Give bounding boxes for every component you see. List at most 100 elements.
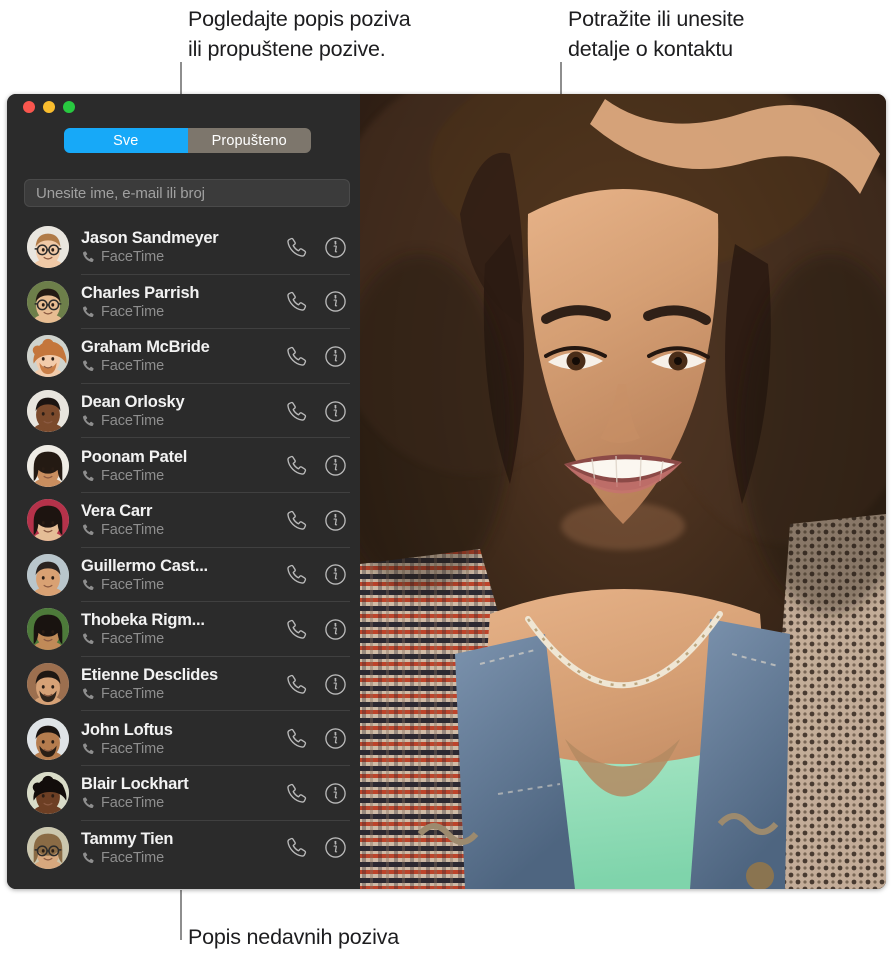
avatar [27, 553, 69, 596]
contact-row[interactable]: Vera Carr FaceTime [7, 493, 360, 548]
contact-name: Etienne Desclides [81, 666, 218, 685]
row-actions [285, 673, 347, 696]
info-icon[interactable] [324, 509, 347, 532]
row-actions [285, 454, 347, 477]
zoom-button[interactable] [63, 101, 75, 113]
call-icon[interactable] [285, 727, 308, 750]
info-icon[interactable] [324, 618, 347, 641]
info-icon[interactable] [324, 782, 347, 805]
contact-name: Tammy Tien [81, 829, 174, 848]
contact-name: John Loftus [81, 720, 173, 739]
avatar [27, 663, 69, 706]
info-icon[interactable] [324, 400, 347, 423]
segment-missed-label: Propušteno [211, 132, 287, 149]
info-icon[interactable] [324, 290, 347, 313]
segment-missed[interactable]: Propušteno [187, 128, 311, 153]
phone-icon [81, 632, 95, 646]
contact-row[interactable]: Jason Sandmeyer FaceTime [7, 220, 360, 275]
contact-info: Thobeka Rigm... FaceTime [81, 611, 285, 647]
info-icon[interactable] [324, 454, 347, 477]
contact-info: Guillermo Cast... FaceTime [81, 557, 285, 593]
segment-all[interactable]: Sve [64, 128, 188, 153]
contact-info: Dean Orlosky FaceTime [81, 393, 285, 429]
row-actions [285, 345, 347, 368]
info-icon[interactable] [324, 836, 347, 859]
avatar [27, 280, 69, 323]
contact-service: FaceTime [81, 577, 285, 593]
contact-row[interactable]: Tammy Tien FaceTime [7, 821, 360, 876]
info-icon[interactable] [324, 673, 347, 696]
phone-icon [81, 250, 95, 264]
contact-row[interactable]: Blair Lockhart FaceTime [7, 766, 360, 821]
contact-name: Dean Orlosky [81, 393, 185, 412]
contact-service: FaceTime [81, 358, 285, 374]
contact-name: Guillermo Cast... [81, 556, 208, 575]
phone-icon [81, 523, 95, 537]
info-icon[interactable] [324, 345, 347, 368]
phone-icon [81, 469, 95, 483]
window-controls [23, 101, 75, 113]
facetime-video-preview[interactable] [360, 94, 886, 889]
contact-row[interactable]: Etienne Desclides FaceTime [7, 657, 360, 712]
contact-row[interactable]: Poonam Patel FaceTime [7, 438, 360, 493]
contact-row[interactable]: Guillermo Cast... FaceTime [7, 548, 360, 603]
contact-row[interactable]: Graham McBride FaceTime [7, 329, 360, 384]
contact-row[interactable]: John Loftus FaceTime [7, 711, 360, 766]
row-actions [285, 782, 347, 805]
contact-service-label: FaceTime [101, 522, 165, 539]
contact-name: Poonam Patel [81, 447, 188, 466]
avatar [27, 499, 69, 542]
call-icon[interactable] [285, 836, 308, 859]
contact-service-label: FaceTime [101, 576, 165, 593]
minimize-button[interactable] [43, 101, 55, 113]
contact-info: Etienne Desclides FaceTime [81, 666, 285, 702]
avatar [27, 390, 69, 433]
contact-service: FaceTime [81, 631, 285, 647]
row-actions [285, 563, 347, 586]
call-icon[interactable] [285, 290, 308, 313]
call-icon[interactable] [285, 618, 308, 641]
contact-name: Thobeka Rigm... [81, 611, 205, 630]
call-icon[interactable] [285, 563, 308, 586]
row-actions [285, 618, 347, 641]
contact-service-label: FaceTime [101, 467, 165, 484]
phone-icon [81, 851, 95, 865]
contact-info: Vera Carr FaceTime [81, 502, 285, 538]
row-actions [285, 236, 347, 259]
contact-service-label: FaceTime [101, 795, 165, 812]
call-filter-segmented-control[interactable]: Sve Propušteno [64, 128, 311, 153]
contact-service: FaceTime [81, 795, 285, 811]
phone-icon [81, 742, 95, 756]
call-icon[interactable] [285, 782, 308, 805]
contact-info: John Loftus FaceTime [81, 721, 285, 757]
call-icon[interactable] [285, 345, 308, 368]
info-icon[interactable] [324, 236, 347, 259]
contact-row[interactable]: Thobeka Rigm... FaceTime [7, 602, 360, 657]
contact-service: FaceTime [81, 850, 285, 866]
info-icon[interactable] [324, 727, 347, 750]
avatar [27, 608, 69, 651]
contact-name: Vera Carr [81, 502, 153, 521]
contact-info: Poonam Patel FaceTime [81, 448, 285, 484]
contact-row[interactable]: Charles Parrish FaceTime [7, 275, 360, 330]
call-icon[interactable] [285, 509, 308, 532]
call-icon[interactable] [285, 454, 308, 477]
contact-service: FaceTime [81, 686, 285, 702]
call-icon[interactable] [285, 236, 308, 259]
phone-icon [81, 578, 95, 592]
close-button[interactable] [23, 101, 35, 113]
call-icon[interactable] [285, 400, 308, 423]
contact-row[interactable]: Dean Orlosky FaceTime [7, 384, 360, 439]
contact-info: Tammy Tien FaceTime [81, 830, 285, 866]
recent-calls-list[interactable]: Jason Sandmeyer FaceTime Charles Parrish [7, 220, 360, 889]
search-placeholder-text: Unesite ime, e-mail ili broj [36, 184, 205, 202]
row-actions [285, 509, 347, 532]
facetime-window: Sve Propušteno Unesite ime, e-mail ili b… [7, 94, 886, 889]
contact-service: FaceTime [81, 741, 285, 757]
info-icon[interactable] [324, 563, 347, 586]
search-input[interactable]: Unesite ime, e-mail ili broj [24, 179, 350, 207]
contact-name: Blair Lockhart [81, 775, 189, 794]
contact-service: FaceTime [81, 468, 285, 484]
contact-service-label: FaceTime [101, 413, 165, 430]
call-icon[interactable] [285, 673, 308, 696]
